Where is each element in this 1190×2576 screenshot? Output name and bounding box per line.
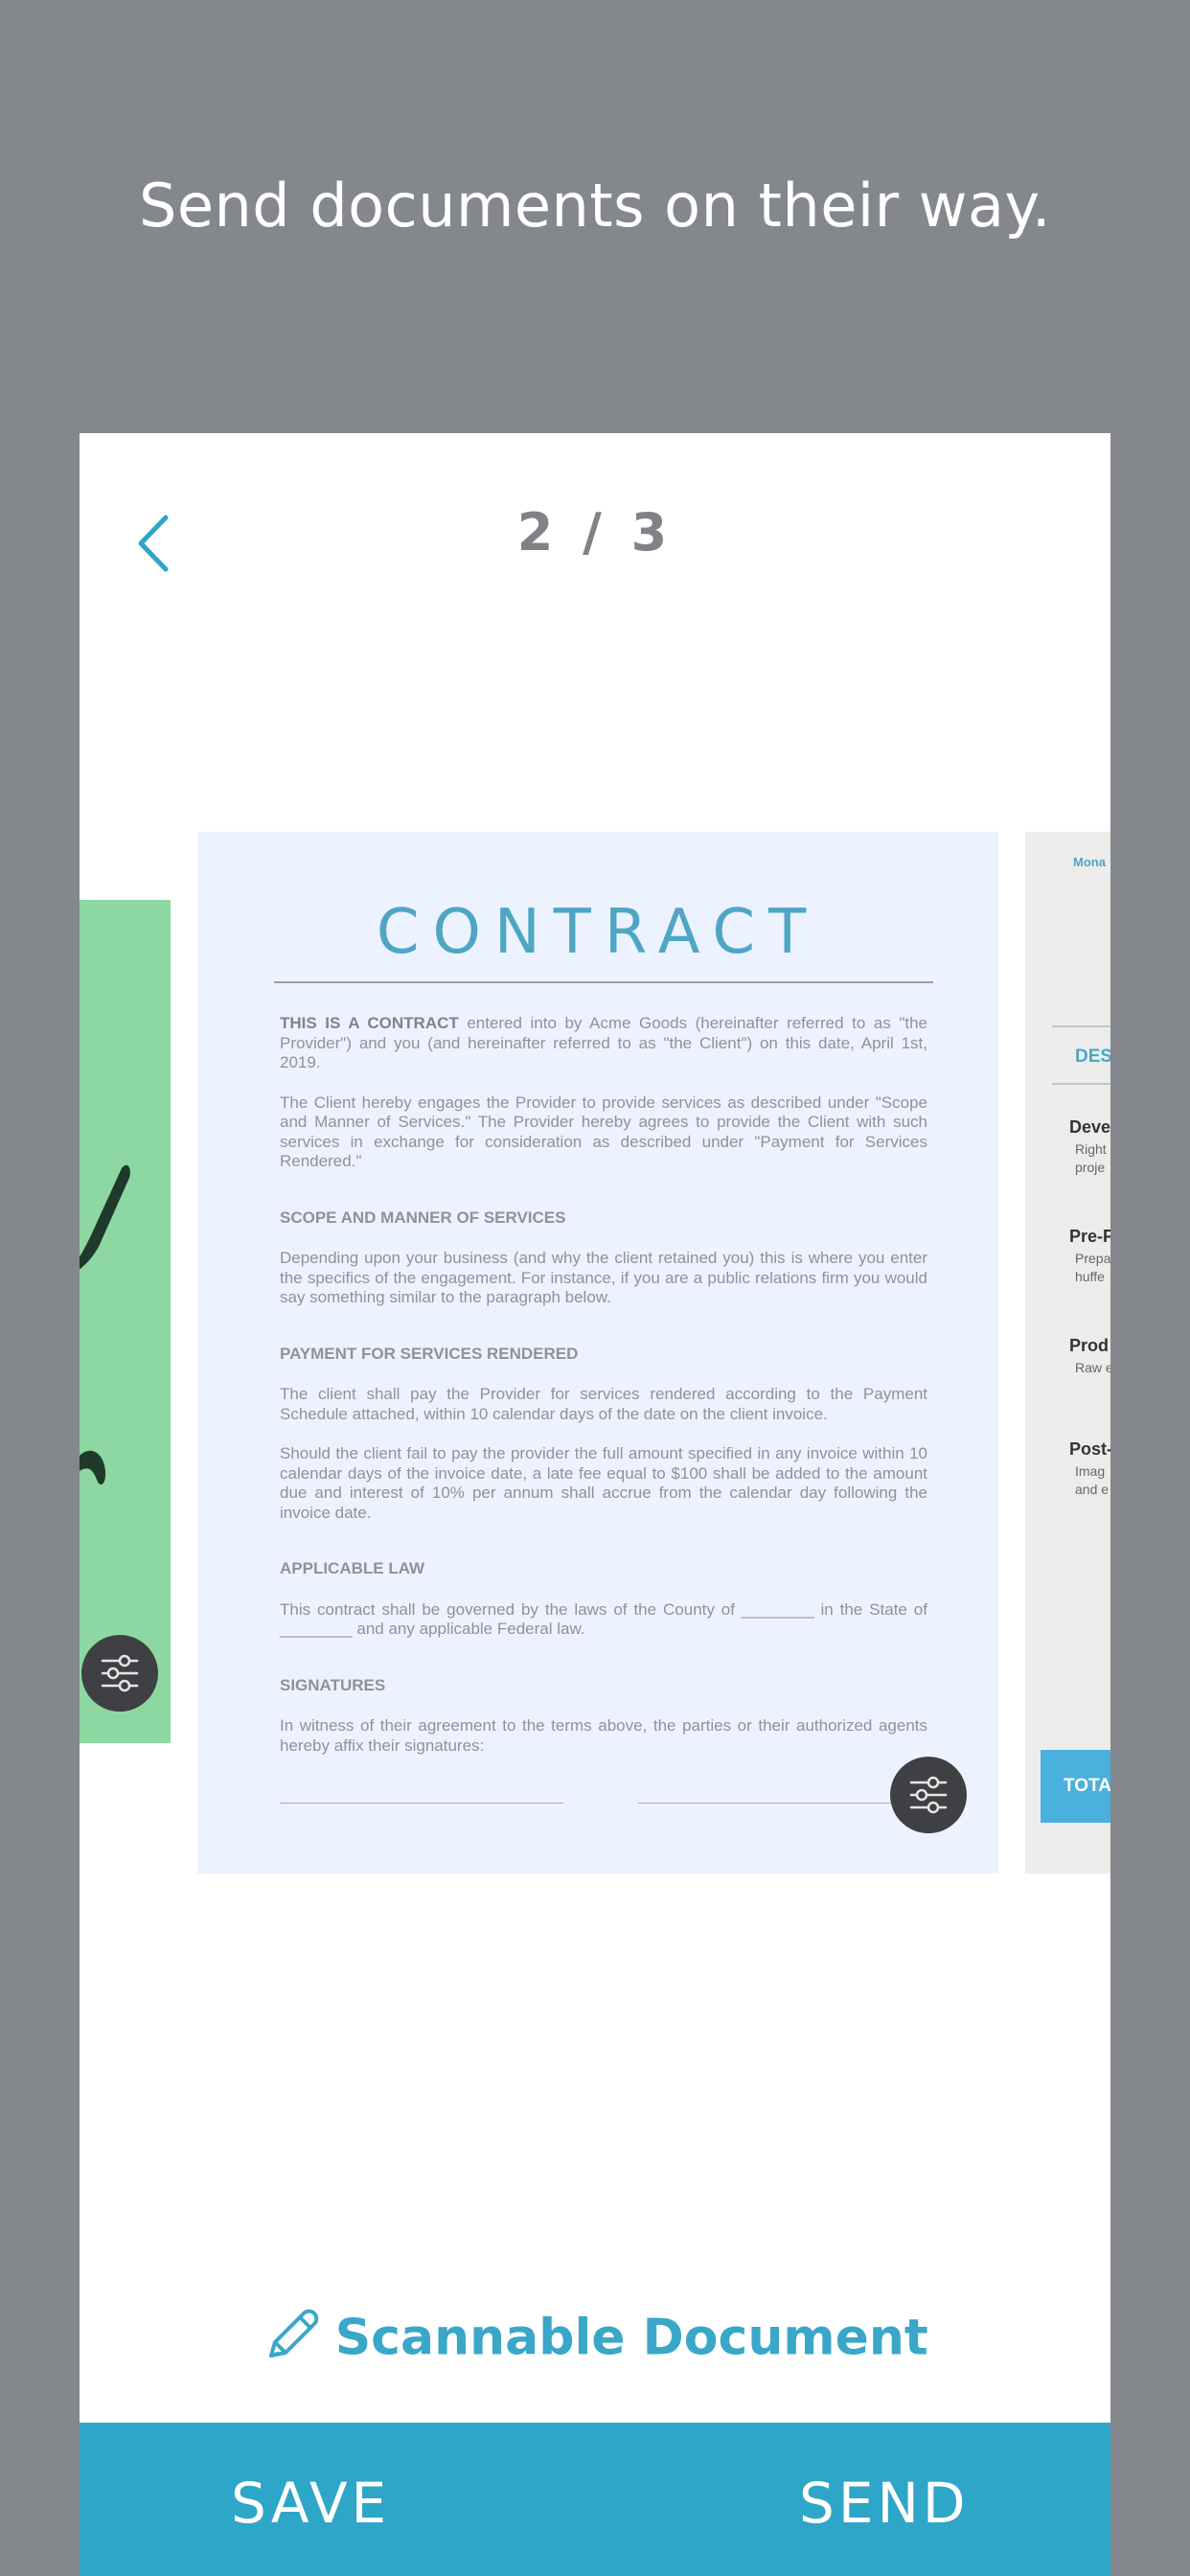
save-button[interactable]: SAVE xyxy=(231,2423,390,2576)
signatures-heading: SIGNATURES xyxy=(280,1675,386,1694)
previous-page-thumbnail[interactable] xyxy=(80,900,171,1743)
payment-paragraph-2: Should the client fail to pay the provid… xyxy=(280,1444,927,1522)
invoice-item-desc: proje xyxy=(1075,1160,1106,1175)
invoice-divider xyxy=(1052,1083,1110,1085)
document-type-label: Scannable Document xyxy=(334,2309,928,2367)
next-page-thumbnail[interactable]: Mona DESC Deve Right proje Pre-F Prepa h… xyxy=(1025,832,1110,1874)
scope-heading: SCOPE AND MANNER OF SERVICES xyxy=(280,1208,566,1227)
current-page[interactable]: CONTRACT THIS IS A CONTRACT entered into… xyxy=(197,832,998,1874)
invoice-desc-header: DESC xyxy=(1075,1046,1110,1067)
law-heading: APPLICABLE LAW xyxy=(280,1559,425,1577)
signature-scribble xyxy=(80,1164,130,1485)
adjust-filter-button[interactable] xyxy=(890,1757,967,1833)
invoice-item-title: Post- xyxy=(1069,1439,1110,1459)
signature-line-right xyxy=(638,1803,922,1804)
document-title: CONTRACT xyxy=(376,897,820,968)
document-type-selector[interactable]: Scannable Document xyxy=(80,2306,1110,2370)
invoice-item-title: Prod xyxy=(1069,1336,1110,1355)
headline: Send documents on their way. xyxy=(138,171,1052,241)
invoice-item-desc: Imag xyxy=(1075,1463,1106,1479)
signature-line-left xyxy=(280,1803,563,1804)
title-divider xyxy=(274,981,933,983)
law-paragraph: This contract shall be governed by the l… xyxy=(280,1599,927,1639)
signatures-paragraph: In witness of their agreement to the ter… xyxy=(280,1716,927,1755)
scope-paragraph: Depending upon your business (and why th… xyxy=(280,1249,927,1306)
sliders-icon xyxy=(909,1776,948,1814)
payment-paragraph-1: The client shall pay the Provider for se… xyxy=(280,1385,927,1423)
page-indicator: 2 / 3 xyxy=(516,502,674,563)
adjust-filter-button[interactable] xyxy=(81,1635,158,1712)
invoice-item-desc: Right xyxy=(1075,1141,1107,1157)
invoice-item-title: Pre-F xyxy=(1069,1227,1110,1246)
intro-paragraph: THIS IS A CONTRACT entered into by Acme … xyxy=(280,1014,927,1073)
document-preview-card: 2 / 3 CONTRACT THIS IS A CONTRACT entere… xyxy=(80,433,1110,2576)
engagement-paragraph: The Client hereby engages the Provider t… xyxy=(280,1092,927,1171)
invoice-divider xyxy=(1052,1025,1110,1027)
invoice-total-label: TOTAL xyxy=(1041,1750,1110,1823)
action-bar: SAVE SEND xyxy=(80,2423,1110,2576)
invoice-item-title: Deve xyxy=(1069,1117,1110,1137)
invoice-item-desc: huffe xyxy=(1075,1269,1105,1284)
pencil-icon xyxy=(262,2306,321,2370)
document-body: THIS IS A CONTRACT entered into by Acme … xyxy=(280,1014,927,1776)
invoice-item-desc: and e xyxy=(1075,1482,1110,1497)
sliders-icon xyxy=(101,1654,139,1692)
send-button[interactable]: SEND xyxy=(799,2423,970,2576)
invoice-item-desc: Raw e xyxy=(1075,1360,1110,1375)
intro-bold: THIS IS A CONTRACT xyxy=(280,1014,459,1032)
invoice-item-desc: Prepa xyxy=(1075,1251,1110,1266)
payment-heading: PAYMENT FOR SERVICES RENDERED xyxy=(280,1344,579,1363)
invoice-brand: Mona xyxy=(1073,855,1106,869)
